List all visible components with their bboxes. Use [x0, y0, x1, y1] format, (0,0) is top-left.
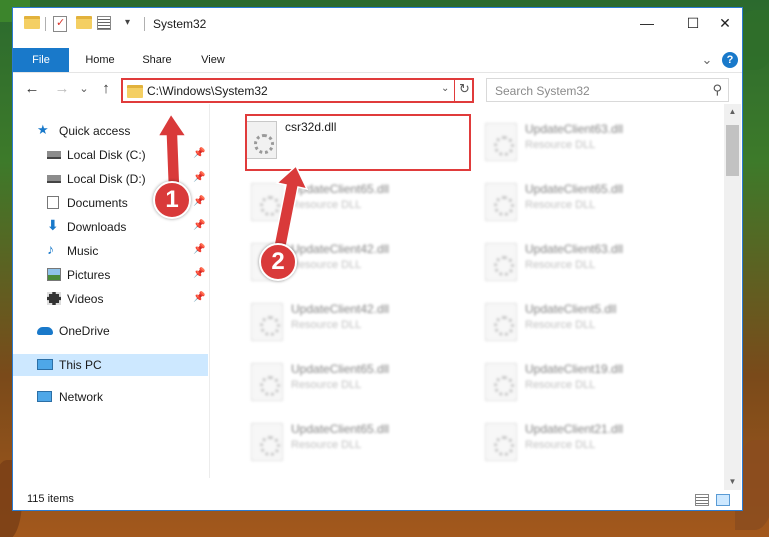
arrow-2-icon — [273, 164, 309, 249]
step-1-callout: 1 — [153, 181, 191, 219]
annotation-arrows — [156, 112, 309, 249]
arrow-1-icon — [156, 112, 188, 189]
step-2-callout: 2 — [259, 243, 297, 281]
